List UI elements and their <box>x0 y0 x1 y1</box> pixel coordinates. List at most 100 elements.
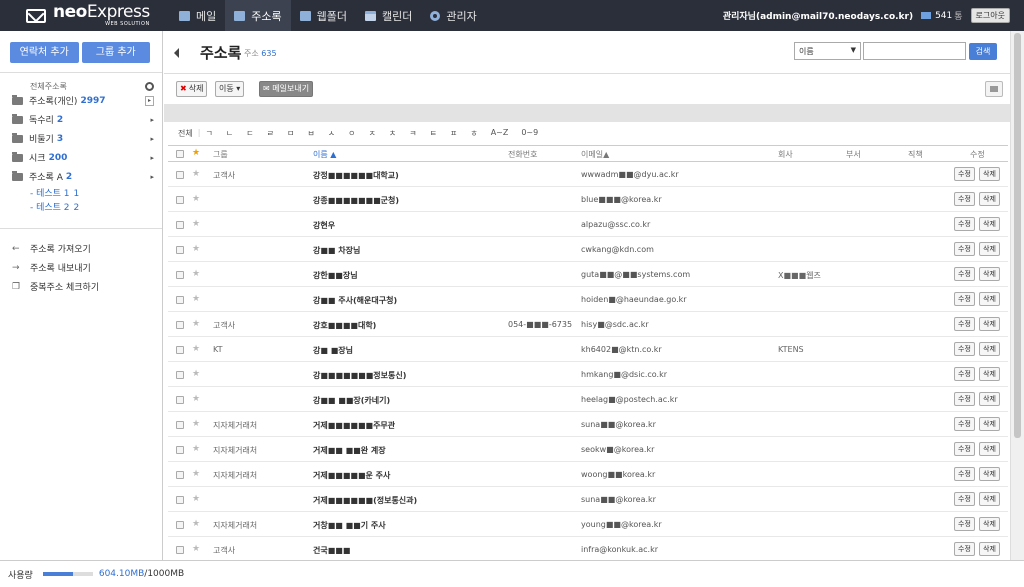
select-all-checkbox[interactable] <box>176 150 184 158</box>
cell-email[interactable]: young■■@korea.kr <box>581 520 662 529</box>
cell-name[interactable]: 건국■■■ <box>313 545 350 556</box>
alpha-filter-0[interactable]: 전체 <box>178 128 193 139</box>
expand-arrow-icon[interactable]: ▸ <box>150 135 154 143</box>
row-checkbox[interactable] <box>176 471 184 479</box>
collapse-sidebar-icon[interactable] <box>174 48 179 58</box>
vertical-scrollbar[interactable] <box>1010 31 1024 560</box>
cell-email[interactable]: suna■■@korea.kr <box>581 420 656 429</box>
row-checkbox[interactable] <box>176 396 184 404</box>
cell-email[interactable]: wwwadm■■@dyu.ac.kr <box>581 170 679 179</box>
sidebar-tool[interactable]: → 주소록 내보내기 <box>0 258 162 277</box>
favorite-star-icon[interactable]: ★ <box>192 444 200 454</box>
alpha-filter-1[interactable]: ㄱ <box>205 128 212 139</box>
edit-button[interactable]: 수정 <box>954 417 975 431</box>
delete-row-button[interactable]: 삭제 <box>979 392 1000 406</box>
delete-row-button[interactable]: 삭제 <box>979 192 1000 206</box>
sidebar-tool[interactable]: ← 주소록 가져오기 <box>0 239 162 258</box>
cell-email[interactable]: infra@konkuk.ac.kr <box>581 545 658 554</box>
sidebar-subgroup[interactable]: - 테스트 22 <box>0 200 162 214</box>
favorite-star-icon[interactable]: ★ <box>192 394 200 404</box>
table-row[interactable]: ★ 강■■ 차장님 cwkang@kdn.com 수정 삭제 <box>168 237 1008 262</box>
cell-name[interactable]: 거제■■ ■■완 계장 <box>313 445 386 456</box>
expand-arrow-icon[interactable]: ▸ <box>150 154 154 162</box>
favorite-star-icon[interactable]: ★ <box>192 244 200 254</box>
cell-email[interactable]: hmkang■@dsic.co.kr <box>581 370 667 379</box>
edit-button[interactable]: 수정 <box>954 542 975 556</box>
all-addressbooks-label[interactable]: 전체주소록 <box>30 81 67 92</box>
row-checkbox[interactable] <box>176 271 184 279</box>
favorite-star-icon[interactable]: ★ <box>192 269 200 279</box>
send-mail-button[interactable]: ✉ 메일보내기 <box>259 81 314 97</box>
table-row[interactable]: ★ KT 강■ ■장님 kh6402■@ktn.co.kr KTENS 수정 삭제 <box>168 337 1008 362</box>
edit-button[interactable]: 수정 <box>954 292 975 306</box>
cell-name[interactable]: 강■■■■■■■정보통신) <box>313 370 406 381</box>
cell-email[interactable]: hisy■@sdc.ac.kr <box>581 320 649 329</box>
table-row[interactable]: ★ 지자체거래처 거제■■■■■운 주사 woong■■korea.kr 수정 삭제 <box>168 462 1008 487</box>
favorite-star-icon[interactable]: ★ <box>192 419 200 429</box>
cell-name[interactable]: 거제■■■■■운 주사 <box>313 470 390 481</box>
edit-button[interactable]: 수정 <box>954 492 975 506</box>
user-account-label[interactable]: 관리자님(admin@mail70.neodays.co.kr) <box>723 9 913 22</box>
search-button[interactable]: 검색 <box>969 43 997 60</box>
cell-name[interactable]: 강정■■■■■■대학교) <box>313 170 399 181</box>
alpha-filter-9[interactable]: ㅈ <box>368 128 375 139</box>
alpha-filter-13[interactable]: ㅍ <box>450 128 457 139</box>
favorite-star-icon[interactable]: ★ <box>192 544 200 554</box>
table-row[interactable]: ★ 지자체거래처 거제■■ ■■완 계장 seokw■@korea.kr 수정 삭제 <box>168 437 1008 462</box>
col-email[interactable]: 이메일▲ <box>581 149 609 160</box>
row-checkbox[interactable] <box>176 171 184 179</box>
favorite-star-icon[interactable]: ★ <box>192 169 200 179</box>
nav-item-0[interactable]: 메일 <box>170 0 225 31</box>
unread-mail-count[interactable]: 541 통 <box>921 9 963 22</box>
sidebar-folder[interactable]: 주소록(개인) 2997 ▸ <box>0 91 162 110</box>
sidebar-folder[interactable]: 시크 200 ▸ <box>0 148 162 167</box>
row-checkbox[interactable] <box>176 221 184 229</box>
delete-row-button[interactable]: 삭제 <box>979 542 1000 556</box>
cell-name[interactable]: 거제■■■■■■(정보통신과) <box>313 495 417 506</box>
edit-button[interactable]: 수정 <box>954 392 975 406</box>
sidebar-folder[interactable]: 주소록 A 2 ▸ <box>0 167 162 186</box>
cell-email[interactable]: cwkang@kdn.com <box>581 245 654 254</box>
alpha-filter-11[interactable]: ㅋ <box>409 128 416 139</box>
favorite-star-icon[interactable]: ★ <box>192 194 200 204</box>
delete-row-button[interactable]: 삭제 <box>979 217 1000 231</box>
alpha-filter-15[interactable]: A~Z <box>491 128 509 139</box>
row-checkbox[interactable] <box>176 371 184 379</box>
favorite-star-icon[interactable]: ★ <box>192 219 200 229</box>
nav-item-4[interactable]: 관리자 <box>421 0 485 31</box>
table-row[interactable]: ★ 지자체거래처 거제■■■■■■주무관 suna■■@korea.kr 수정 삭제 <box>168 412 1008 437</box>
favorite-star-icon[interactable]: ★ <box>192 469 200 479</box>
cell-name[interactable]: 강현우 <box>313 220 335 231</box>
edit-button[interactable]: 수정 <box>954 517 975 531</box>
cell-name[interactable]: 강■■ ■■장(카네기) <box>313 395 390 406</box>
delete-row-button[interactable]: 삭제 <box>979 442 1000 456</box>
table-row[interactable]: ★ 강■■ ■■장(카네기) heelag■@postech.ac.kr 수정 삭제 <box>168 387 1008 412</box>
logout-button[interactable]: 로그아웃 <box>970 8 1010 23</box>
favorite-star-icon[interactable]: ★ <box>192 319 200 329</box>
edit-button[interactable]: 수정 <box>954 242 975 256</box>
cell-email[interactable]: kh6402■@ktn.co.kr <box>581 345 662 354</box>
cell-email[interactable]: woong■■korea.kr <box>581 470 655 479</box>
cell-name[interactable]: 강한■■장님 <box>313 270 358 281</box>
cell-email[interactable]: hoiden■@haeundae.go.kr <box>581 295 687 304</box>
cell-email[interactable]: heelag■@postech.ac.kr <box>581 395 678 404</box>
table-row[interactable]: ★ 강■■■■■■■정보통신) hmkang■@dsic.co.kr 수정 삭제 <box>168 362 1008 387</box>
delete-row-button[interactable]: 삭제 <box>979 342 1000 356</box>
favorite-star-icon[interactable]: ★ <box>192 344 200 354</box>
sidebar-subgroup[interactable]: - 테스트 11 <box>0 186 162 200</box>
col-company[interactable]: 회사 <box>778 149 793 160</box>
edit-button[interactable]: 수정 <box>954 317 975 331</box>
delete-row-button[interactable]: 삭제 <box>979 417 1000 431</box>
cell-name[interactable]: 강■■ 주사(해운대구청) <box>313 295 397 306</box>
add-group-button[interactable]: 그룹 추가 <box>81 42 150 63</box>
cell-email[interactable]: suna■■@korea.kr <box>581 495 656 504</box>
favorite-star-icon[interactable]: ★ <box>192 148 200 158</box>
alpha-filter-4[interactable]: ㄹ <box>267 128 274 139</box>
table-row[interactable]: ★ 지자체거래처 거창■■ ■■기 주사 young■■@korea.kr 수정 삭제 <box>168 512 1008 537</box>
alpha-filter-5[interactable]: ㅁ <box>287 128 294 139</box>
sidebar-folder[interactable]: 독수리 2 ▸ <box>0 110 162 129</box>
alpha-filter-16[interactable]: 0~9 <box>521 128 538 139</box>
edit-button[interactable]: 수정 <box>954 217 975 231</box>
delete-row-button[interactable]: 삭제 <box>979 242 1000 256</box>
col-dept[interactable]: 부서 <box>846 149 861 160</box>
